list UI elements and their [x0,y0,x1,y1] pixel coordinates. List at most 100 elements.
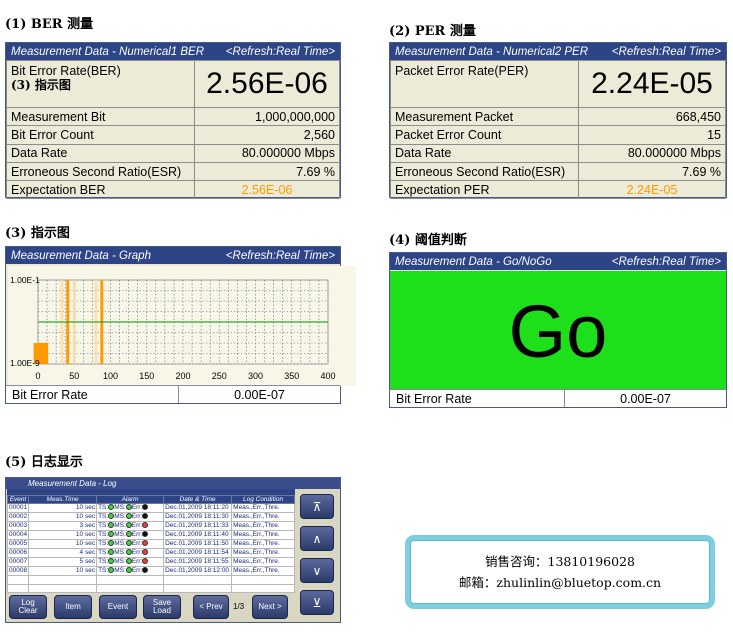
log-meas-time: 10 sec [28,530,98,540]
log-alarm: TS: MS: Err: [96,503,165,513]
section-title-ber: (1) BER 测量 [5,17,94,32]
log-row-empty [6,583,295,593]
alarm-label: TS: [98,522,109,529]
x-tick-label: 350 [284,371,299,381]
page-top-button[interactable]: ⊼ [300,494,334,519]
x-tick-label: 150 [139,371,154,381]
log-event: 00003 [6,521,30,531]
log-row[interactable]: 00007 5 sec TS: MS: Err: Dec.01,2009 18:11:55… [6,557,295,567]
log-event: 00006 [6,548,30,558]
log-panel: Measurement Data - Log Event Meas.Time A… [5,477,341,623]
per-row-label: Erroneous Second Ratio(ESR) [390,161,579,182]
per-row-value: 80.000000 Mbps [578,143,726,163]
save-load-label-2: Load [153,606,171,615]
page-indicator: 1/3 [233,602,245,611]
log-event: 00002 [6,512,30,522]
table-row: Measurement Bit 1,000,000,000 [6,106,340,127]
ber-row-label: Measurement Bit [6,106,195,127]
per-expectation-value: 2.24E-05 [578,180,726,200]
log-event: 00004 [6,530,30,540]
alarm-status-icon [142,513,149,520]
log-row[interactable]: 00003 3 sec TS: MS: Err: Dec.01,2009 18:11:33… [6,521,295,531]
ber-row-value: 2,560 [194,125,340,145]
prev-page-button[interactable]: < Prev [193,595,229,619]
log-event: 00001 [6,503,30,513]
log-date-time: Dec.01,2009 18:11:20 [163,503,233,513]
per-row-value: 7.69 % [578,161,726,182]
ber-overlay-label: (3) 指示图 [11,78,71,92]
graph-footer-label: Bit Error Rate [6,386,179,403]
page-top-icon: ⊼ [312,499,322,514]
log-alarm: TS: MS: Err: [96,566,165,576]
scroll-down-button[interactable]: ∨ [300,558,334,583]
log-condition: Meas.,Err.,Thre. [231,521,295,531]
per-row-value: 15 [578,125,726,145]
per-row-label: Data Rate [390,143,579,163]
page-bottom-button[interactable]: ⊻ [300,590,334,615]
alarm-label: Err: [131,504,143,511]
contact-sales-line: 销售咨询：13810196028 [485,554,635,569]
log-col-event: Event [6,495,30,504]
table-row: Expectation PER 2.24E-05 [390,180,726,200]
log-clear-button[interactable]: Log Clear [9,595,47,619]
gonogo-footer-label: Bit Error Rate [390,390,565,407]
log-row[interactable]: 00008 10 sec TS: MS: Err: Dec.01,2009 18:12:0… [6,566,295,576]
alarm-label: TS: [98,540,109,547]
log-date-time: Dec.01,2009 18:11:50 [163,539,233,549]
ber-row-value: 1,000,000,000 [194,106,340,127]
save-load-button[interactable]: Save Load [143,595,181,619]
graph-refresh-label: <Refresh:Real Time> [225,249,335,262]
log-row[interactable]: 00001 10 sec TS: MS: Err: Dec.01,2009 18:11:2… [6,503,295,513]
gonogo-result: Go [508,289,608,373]
log-alarm: TS: MS: Err: [96,530,165,540]
log-panel-title: Measurement Data - Log [28,479,117,488]
per-main-value: 2.24E-05 [578,60,726,108]
log-col-date-time: Date & Time [163,495,233,504]
section-title-log: (5) 日志显示 [5,455,83,470]
log-meas-time: 10 sec [28,512,98,522]
alarm-label: MS: [114,522,126,529]
log-condition: Meas.,Err.,Thre. [231,566,295,576]
event-button[interactable]: Event [99,595,137,619]
prev-label: < Prev [199,602,223,611]
log-meas-time: 4 sec [28,548,98,558]
log-condition: Meas.,Err.,Thre. [231,548,295,558]
ber-row-label: Bit Error Count [6,125,195,145]
x-tick-label: 300 [248,371,263,381]
graph-panel: Measurement Data - Graph <Refresh:Real T… [5,246,356,404]
log-meas-time: 5 sec [28,557,98,567]
gonogo-panel-header: Measurement Data - Go/NoGo <Refresh:Real… [390,253,726,270]
alarm-label: MS: [114,549,126,556]
page-bottom-icon: ⊻ [312,595,322,610]
log-condition: Meas.,Err.,Thre. [231,557,295,567]
log-date-time: Dec.01,2009 18:12:00 [163,566,233,576]
per-table: Packet Error Rate(PER) 2.24E-05 Measurem… [390,60,726,200]
alarm-label: TS: [98,531,109,538]
log-date-time: Dec.01,2009 18:11:55 [163,557,233,567]
log-row[interactable]: 00004 10 sec TS: MS: Err: Dec.01,2009 18:11:4… [6,530,295,540]
alarm-label: MS: [114,567,126,574]
table-row: Data Rate 80.000000 Mbps [6,143,340,163]
alarm-label: Err: [131,549,143,556]
log-meas-time: 10 sec [28,539,98,549]
scroll-up-icon: ∧ [312,531,322,546]
log-body: 00001 10 sec TS: MS: Err: Dec.01,2009 18:11:2… [6,503,295,593]
log-row[interactable]: 00006 4 sec TS: MS: Err: Dec.01,2009 18:11:54… [6,548,295,558]
log-date-time: Dec.01,2009 18:11:33 [163,521,233,531]
ber-refresh-label: <Refresh:Real Time> [225,45,335,58]
alarm-status-icon [142,567,149,574]
log-header-row: Event Meas.Time Alarm Date & Time Log Co… [6,495,295,504]
graph-panel-title: Measurement Data - Graph [11,249,151,262]
alarm-label: Err: [131,567,143,574]
item-button[interactable]: Item [54,595,92,619]
scroll-up-button[interactable]: ∧ [300,526,334,551]
alarm-label: TS: [98,513,109,520]
next-page-button[interactable]: Next > [252,595,288,619]
per-panel-header: Measurement Data - Numerical2 PER <Refre… [390,43,726,60]
log-date-time: Dec.01,2009 18:11:40 [163,530,233,540]
log-row[interactable]: 00005 10 sec TS: MS: Err: Dec.01,2009 18:11:5… [6,539,295,549]
log-meas-time: 10 sec [28,503,98,513]
x-tick-label: 0 [35,371,40,381]
log-row[interactable]: 00002 10 sec TS: MS: Err: Dec.01,2009 18:11:3… [6,512,295,522]
log-alarm: TS: MS: Err: [96,557,165,567]
